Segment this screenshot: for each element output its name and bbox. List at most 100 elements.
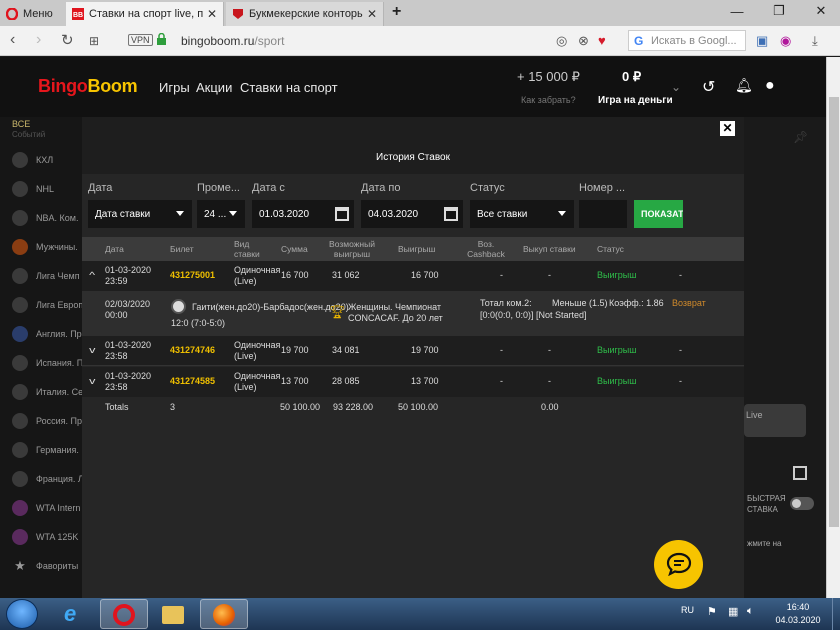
- taskbar-firefox[interactable]: [200, 599, 248, 629]
- row-ticket[interactable]: 431274746: [170, 345, 215, 356]
- filter-status-label: Статус: [470, 182, 505, 194]
- date-from-input[interactable]: 01.03.2020: [252, 200, 354, 228]
- ad-block-icon[interactable]: ⊗: [578, 33, 589, 49]
- show-button[interactable]: ПОКАЗАТЬ: [634, 200, 683, 228]
- sidebar-all[interactable]: ВСЕ: [12, 119, 30, 129]
- date-type-select[interactable]: Дата ставки: [88, 200, 192, 228]
- status-value: Все ставки: [477, 208, 528, 220]
- maximize-icon[interactable]: ❐: [764, 0, 794, 22]
- sidebar-item-russia[interactable]: Россия. Пр: [0, 406, 82, 435]
- network-icon[interactable]: ▦: [728, 605, 738, 618]
- chevron-up-icon[interactable]: ^: [89, 270, 95, 280]
- sidebar-item-nhl[interactable]: NHL: [0, 174, 82, 203]
- chevron-down-icon: [176, 211, 184, 216]
- calendar-icon[interactable]: [444, 207, 458, 221]
- tab-bingoboom[interactable]: BB Ставки на спорт live, прем ✕: [66, 2, 224, 26]
- detail-match: Гаити(жен.до20)-Барбадос(жен.до20): [192, 302, 349, 312]
- speed-dial-icon[interactable]: ⊞: [89, 34, 99, 48]
- taskbar-opera[interactable]: [100, 599, 148, 629]
- bonus-amount[interactable]: + 15 000 ₽: [517, 69, 580, 85]
- row-sum: 16 700: [281, 270, 309, 280]
- sidebar-item-favorites[interactable]: ★ Фавориты: [0, 551, 82, 580]
- nav-sports-betting[interactable]: Ставки на спорт: [240, 80, 338, 95]
- sidebar-item-label: Мужчины.: [36, 241, 78, 252]
- league-icon: [12, 325, 28, 342]
- sidebar-item-label: NHL: [36, 183, 55, 194]
- chevron-down-icon[interactable]: v: [89, 345, 95, 355]
- taskbar-clock[interactable]: 16:40 04.03.2020: [768, 601, 828, 627]
- url-field[interactable]: bingoboom.ru/sport: [181, 34, 284, 48]
- balance-label[interactable]: Игра на деньги: [598, 95, 673, 106]
- sidebar-item-france[interactable]: Франция. Л: [0, 464, 82, 493]
- vpn-badge[interactable]: VPN: [128, 34, 153, 46]
- start-button[interactable]: [6, 599, 38, 629]
- bookmark-icon[interactable]: ▣: [756, 33, 768, 49]
- bell-icon[interactable]: 🔔︎: [735, 77, 753, 94]
- sidebar-item-germany[interactable]: Германия.: [0, 435, 82, 464]
- camera-icon[interactable]: ◎: [556, 33, 567, 49]
- minimize-icon[interactable]: —: [722, 0, 752, 22]
- detail-time: 00:00: [105, 310, 128, 320]
- language-indicator[interactable]: RU: [681, 605, 694, 615]
- bingoboom-logo[interactable]: BingoBoom: [38, 76, 138, 97]
- close-icon[interactable]: ✕: [207, 7, 217, 21]
- forward-icon[interactable]: ›: [36, 31, 41, 49]
- download-icon[interactable]: ⤓: [812, 33, 818, 49]
- sidebar-item-champions[interactable]: Лига Чемп: [0, 261, 82, 290]
- user-icon[interactable]: ●: [765, 77, 775, 95]
- sidebar-item-europa[interactable]: Лига Европ: [0, 290, 82, 319]
- live-box[interactable]: Live: [744, 404, 806, 437]
- expand-icon[interactable]: [793, 466, 807, 480]
- chevron-down-icon[interactable]: v: [89, 376, 95, 386]
- table-row[interactable]: v 01-03-2020 23:58 431274746 Одиночная (…: [82, 336, 744, 366]
- taskbar-explorer[interactable]: [150, 599, 198, 629]
- pin-icon[interactable]: 📌︎: [793, 130, 808, 144]
- bonus-link[interactable]: Как забрать?: [521, 95, 576, 105]
- window-close-icon[interactable]: ✕: [806, 0, 836, 22]
- sidebar-item-italy[interactable]: Италия. Се: [0, 377, 82, 406]
- table-row[interactable]: v 01-03-2020 23:58 431274585 Одиночная (…: [82, 367, 744, 397]
- volume-icon[interactable]: 🔈︎: [747, 605, 754, 618]
- sidebar-item-wta-125k[interactable]: WTA 125K: [0, 522, 82, 551]
- history-icon[interactable]: ↺: [702, 77, 715, 97]
- ticket-number-input[interactable]: [579, 200, 627, 228]
- close-icon[interactable]: ✕: [367, 7, 377, 21]
- flag-icon[interactable]: ⚑: [707, 605, 717, 618]
- calendar-icon[interactable]: [335, 207, 349, 221]
- sidebar-item-nba[interactable]: NBA. Ком.: [0, 203, 82, 232]
- sidebar-item-spain[interactable]: Испания. П: [0, 348, 82, 377]
- detail-date: 02/03/2020: [105, 299, 151, 309]
- nav-games[interactable]: Игры: [159, 80, 190, 95]
- sidebar-item-men[interactable]: Мужчины.: [0, 232, 82, 261]
- date-type-value: Дата ставки: [95, 208, 151, 220]
- google-search-input[interactable]: G Искать в Googl...: [628, 30, 746, 51]
- modal-close-button[interactable]: ✕: [720, 121, 735, 136]
- quick-bet-toggle[interactable]: [790, 497, 814, 510]
- sidebar-item-khl[interactable]: КХЛ: [0, 145, 82, 174]
- period-select[interactable]: 24 ...: [197, 200, 245, 228]
- chevron-down-icon[interactable]: ⌄: [671, 80, 681, 94]
- heart-icon[interactable]: ♥: [598, 33, 606, 48]
- new-tab-icon[interactable]: +: [392, 3, 401, 21]
- taskbar-ie[interactable]: e: [50, 599, 98, 629]
- league-icon: [12, 470, 28, 487]
- tab-bookmakers[interactable]: Букмекерские конторы Ро ✕: [226, 2, 384, 26]
- row-ticket[interactable]: 431274585: [170, 376, 215, 387]
- extension-icon[interactable]: ◉: [780, 33, 791, 49]
- reload-icon[interactable]: ↻: [61, 31, 74, 49]
- browser-tab-bar: Меню BB Ставки на спорт live, прем ✕ Бук…: [0, 0, 840, 26]
- scrollbar-thumb[interactable]: [829, 97, 839, 527]
- show-desktop-button[interactable]: [832, 598, 840, 630]
- row-ticket[interactable]: 431275001: [170, 270, 215, 281]
- table-row[interactable]: ^ 01-03-2020 23:59 431275001 Одиночная (…: [82, 261, 744, 291]
- row-sum: 19 700: [281, 345, 309, 355]
- tab-menu[interactable]: Меню: [0, 2, 64, 26]
- sidebar-item-england[interactable]: Англия. Пр: [0, 319, 82, 348]
- nav-promotions[interactable]: Акции: [196, 80, 232, 95]
- sidebar-item-wta-intern[interactable]: WTA Intern: [0, 493, 82, 522]
- date-to-input[interactable]: 04.03.2020: [361, 200, 463, 228]
- back-icon[interactable]: ‹: [10, 31, 15, 49]
- status-select[interactable]: Все ставки: [470, 200, 574, 228]
- chat-button[interactable]: [654, 540, 703, 589]
- page-scrollbar[interactable]: [826, 57, 840, 598]
